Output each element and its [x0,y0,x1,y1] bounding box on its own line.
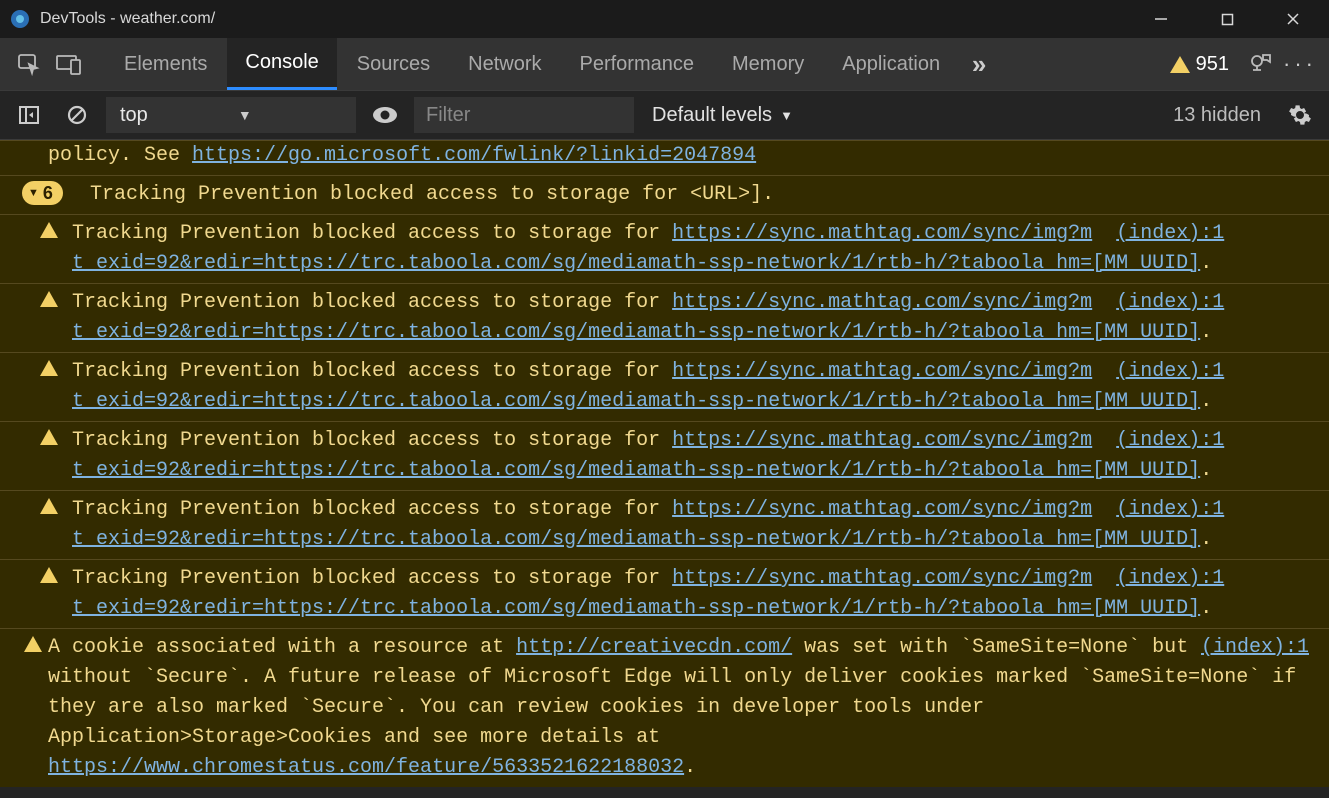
minimize-button[interactable] [1133,0,1189,38]
message-text: policy. See [48,144,192,167]
message-link[interactable]: https://sync.mathtag.com/sync/img?m [672,429,1092,452]
group-header-text: Tracking Prevention blocked access to st… [90,183,774,206]
group-count: 6 [43,178,53,208]
message-source[interactable]: (index):1 [1116,291,1224,314]
message-source[interactable]: (index):1 [1116,360,1224,383]
message-link[interactable]: t_exid=92&redir=https://trc.taboola.com/… [72,528,1200,551]
console-group-header[interactable]: ▼ 6 Tracking Prevention blocked access t… [0,175,1329,214]
log-levels-selector[interactable]: Default levels ▼ [644,104,801,127]
context-selector[interactable]: top ▼ [106,97,356,133]
expand-triangle-icon: ▼ [28,178,39,208]
more-options-icon[interactable]: ··· [1281,45,1319,83]
warnings-counter[interactable]: 951 [1160,53,1239,76]
warning-icon [40,429,58,445]
devtools-icon [10,9,30,29]
message-source[interactable]: (index):1 [1116,222,1224,245]
tab-memory[interactable]: Memory [714,38,822,90]
warning-icon [40,498,58,514]
context-value: top [120,104,148,127]
message-link[interactable]: https://sync.mathtag.com/sync/img?m [672,360,1092,383]
message-link[interactable]: http://creativecdn.com/ [516,636,792,659]
console-message: Tracking Prevention blocked access to st… [0,352,1329,421]
window-title: DevTools - weather.com/ [40,10,215,28]
message-source[interactable]: (index):1 [1116,567,1224,590]
close-button[interactable] [1265,0,1321,38]
clear-console-icon[interactable] [58,96,96,134]
message-link[interactable]: t_exid=92&redir=https://trc.taboola.com/… [72,390,1200,413]
console-message: Tracking Prevention blocked access to st… [0,490,1329,559]
maximize-button[interactable] [1199,0,1255,38]
console-message: Tracking Prevention blocked access to st… [0,421,1329,490]
tab-application[interactable]: Application [824,38,958,90]
feedback-icon[interactable] [1241,45,1279,83]
tab-console[interactable]: Console [227,38,336,90]
chevron-down-icon: ▼ [238,107,252,123]
message-link[interactable]: t_exid=92&redir=https://trc.taboola.com/… [72,252,1200,275]
tab-sources[interactable]: Sources [339,38,448,90]
warning-icon [40,222,58,238]
tab-performance[interactable]: Performance [562,38,713,90]
group-count-badge[interactable]: ▼ 6 [22,181,63,205]
devtools-tabs: Elements Console Sources Network Perform… [0,38,1329,90]
live-expression-icon[interactable] [366,96,404,134]
console-message: Tracking Prevention blocked access to st… [0,283,1329,352]
message-source[interactable]: (index):1 [1116,429,1224,452]
message-link[interactable]: https://sync.mathtag.com/sync/img?m [672,291,1092,314]
message-source[interactable]: (index):1 [1201,636,1309,659]
window-titlebar: DevTools - weather.com/ [0,0,1329,38]
warning-icon [40,291,58,307]
message-link[interactable]: https://go.microsoft.com/fwlink/?linkid=… [192,144,756,167]
more-tabs-icon[interactable]: » [960,45,998,83]
toggle-sidebar-icon[interactable] [10,96,48,134]
message-link[interactable]: https://sync.mathtag.com/sync/img?m [672,498,1092,521]
message-text: Tracking Prevention blocked access to st… [72,222,672,245]
message-text: A cookie associated with a resource at [48,636,516,659]
warning-count-value: 951 [1196,53,1229,76]
console-message: policy. See https://go.microsoft.com/fwl… [0,140,1329,175]
tab-elements[interactable]: Elements [106,38,225,90]
filter-input[interactable] [414,97,634,133]
tab-network[interactable]: Network [450,38,559,90]
message-link[interactable]: https://sync.mathtag.com/sync/img?m [672,567,1092,590]
warning-icon [24,636,42,652]
message-link[interactable]: t_exid=92&redir=https://trc.taboola.com/… [72,597,1200,620]
warning-icon [1170,56,1190,73]
message-link[interactable]: https://www.chromestatus.com/feature/563… [48,756,684,779]
message-link[interactable]: t_exid=92&redir=https://trc.taboola.com/… [72,459,1200,482]
inspect-element-icon[interactable] [10,45,48,83]
settings-gear-icon[interactable] [1281,96,1319,134]
message-link[interactable]: t_exid=92&redir=https://trc.taboola.com/… [72,321,1200,344]
message-link[interactable]: https://sync.mathtag.com/sync/img?m [672,222,1092,245]
console-message: (index):1 A cookie associated with a res… [0,628,1329,787]
log-levels-label: Default levels [652,104,772,127]
hidden-messages-count[interactable]: 13 hidden [1173,104,1271,127]
console-filterbar: top ▼ Default levels ▼ 13 hidden [0,90,1329,140]
device-toolbar-icon[interactable] [50,45,88,83]
console-output[interactable]: policy. See https://go.microsoft.com/fwl… [0,140,1329,798]
console-message: Tracking Prevention blocked access to st… [0,559,1329,628]
console-message: Tracking Prevention blocked access to st… [0,214,1329,283]
message-source[interactable]: (index):1 [1116,498,1224,521]
warning-icon [40,360,58,376]
warning-icon [40,567,58,583]
chevron-down-icon: ▼ [780,108,793,123]
